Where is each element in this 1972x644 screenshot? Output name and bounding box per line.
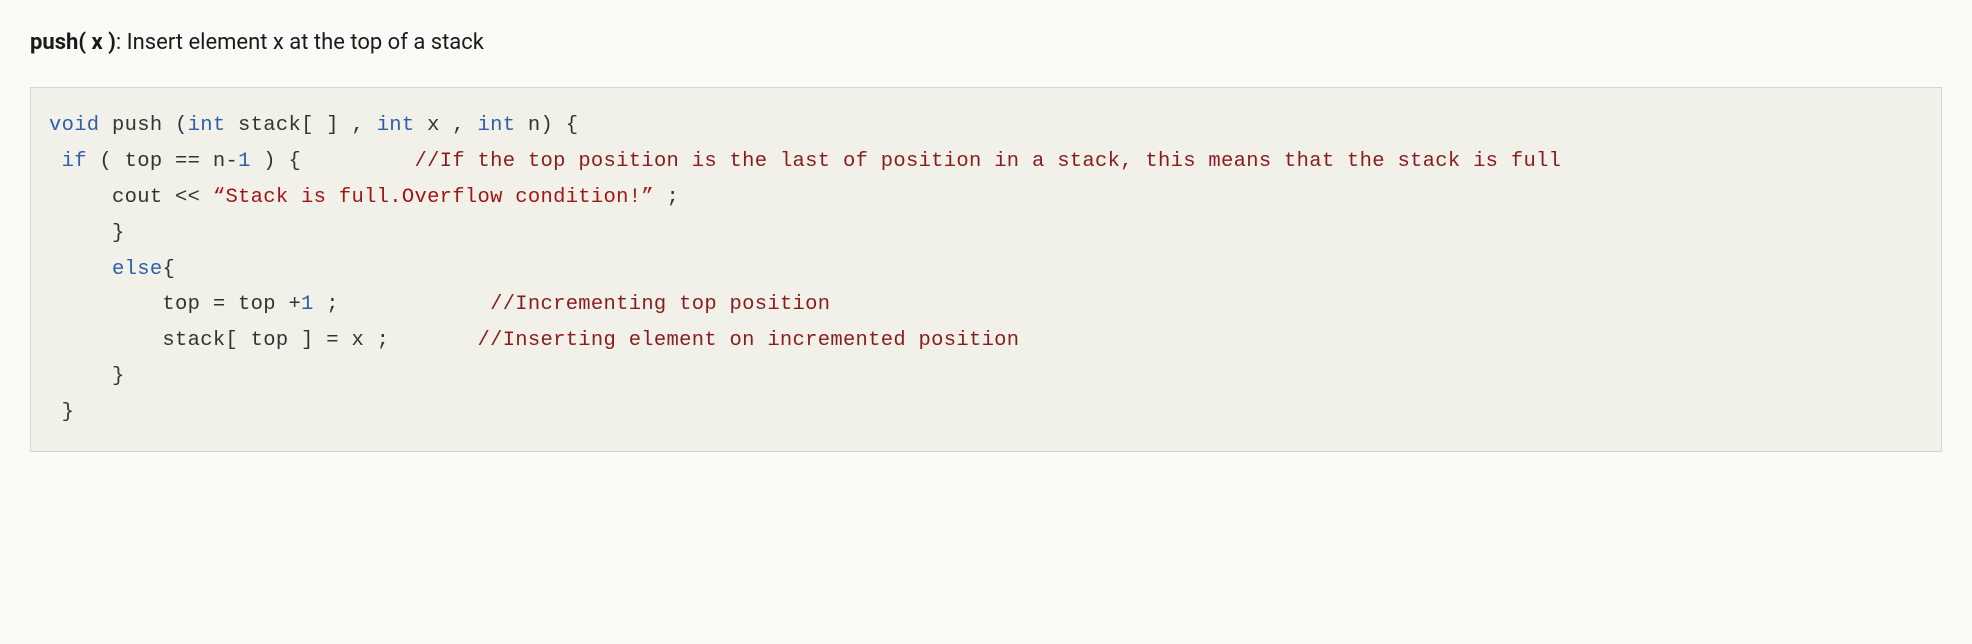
code-token: top = top + xyxy=(49,293,301,316)
code-token: } xyxy=(49,365,125,388)
code-token: else xyxy=(49,258,162,281)
description-line: push( x ): Insert element x at the top o… xyxy=(30,30,1942,55)
code-token: ( top == n- xyxy=(87,150,238,173)
code-token: void xyxy=(49,114,99,137)
code-token: push ( xyxy=(99,114,187,137)
desc-text: : Insert element x at the top of a stack xyxy=(116,30,484,55)
code-token: ; xyxy=(654,186,679,209)
code-token: ) { xyxy=(251,150,415,173)
code-comment: //Inserting element on incremented posit… xyxy=(477,329,1044,352)
code-token: if xyxy=(49,150,87,173)
code-comment: //If the top position is the last of pos… xyxy=(415,150,1562,173)
code-token: 1 xyxy=(301,293,314,316)
code-token: stack[ top ] = x ; xyxy=(49,329,477,352)
code-token: } xyxy=(49,401,74,424)
code-token: int xyxy=(188,114,226,137)
code-token: 1 xyxy=(238,150,251,173)
code-token: int xyxy=(478,114,516,137)
code-token: } xyxy=(49,222,125,245)
code-token: n) { xyxy=(515,114,578,137)
code-token: int xyxy=(377,114,415,137)
desc-heading: push( x ) xyxy=(30,30,116,55)
code-token: ; xyxy=(314,293,490,316)
code-token: stack[ ] , xyxy=(225,114,376,137)
code-token: x , xyxy=(415,114,478,137)
code-string: “Stack is full.Overflow condition!” xyxy=(213,186,654,209)
code-block: void push (int stack[ ] , int x , int n)… xyxy=(30,87,1942,452)
code-token: { xyxy=(162,258,175,281)
code-comment: //Incrementing top position xyxy=(490,293,843,316)
code-token: cout << xyxy=(49,186,213,209)
